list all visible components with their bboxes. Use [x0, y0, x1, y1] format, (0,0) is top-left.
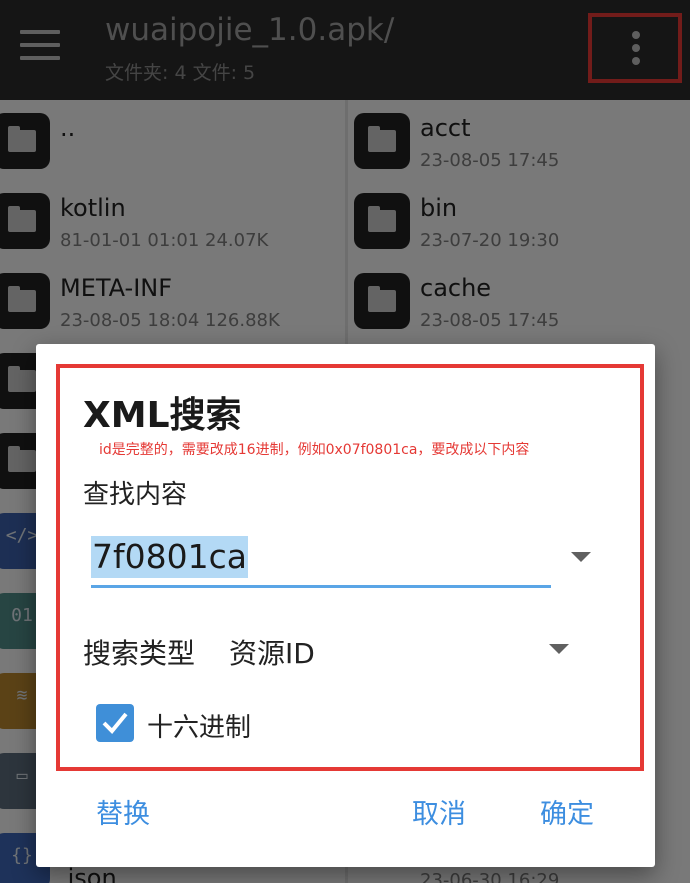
search-type-dropdown-icon[interactable] [549, 644, 569, 654]
find-content-label: 查找内容 [83, 480, 188, 510]
input-underline [91, 585, 551, 588]
search-type-select[interactable]: 资源ID [229, 632, 315, 672]
replace-button[interactable]: 替换 [96, 792, 150, 831]
find-content-value: 7f0801ca [91, 536, 248, 578]
history-dropdown-icon[interactable] [571, 552, 591, 562]
find-content-input[interactable]: 7f0801ca [91, 532, 551, 588]
check-icon [102, 712, 128, 734]
hex-checkbox[interactable] [96, 704, 134, 742]
confirm-button[interactable]: 确定 [540, 792, 594, 831]
annotation-note: id是完整的，需要改成16进制，例如0x07f0801ca，要改成以下内容 [99, 442, 530, 458]
dialog-title: XML搜索 [83, 395, 242, 436]
xml-search-dialog: XML搜索 id是完整的，需要改成16进制，例如0x07f0801ca，要改成以… [36, 344, 655, 867]
cancel-button[interactable]: 取消 [412, 792, 466, 831]
hex-checkbox-label[interactable]: 十六进制 [147, 707, 251, 744]
search-type-label: 搜索类型 [83, 637, 196, 670]
